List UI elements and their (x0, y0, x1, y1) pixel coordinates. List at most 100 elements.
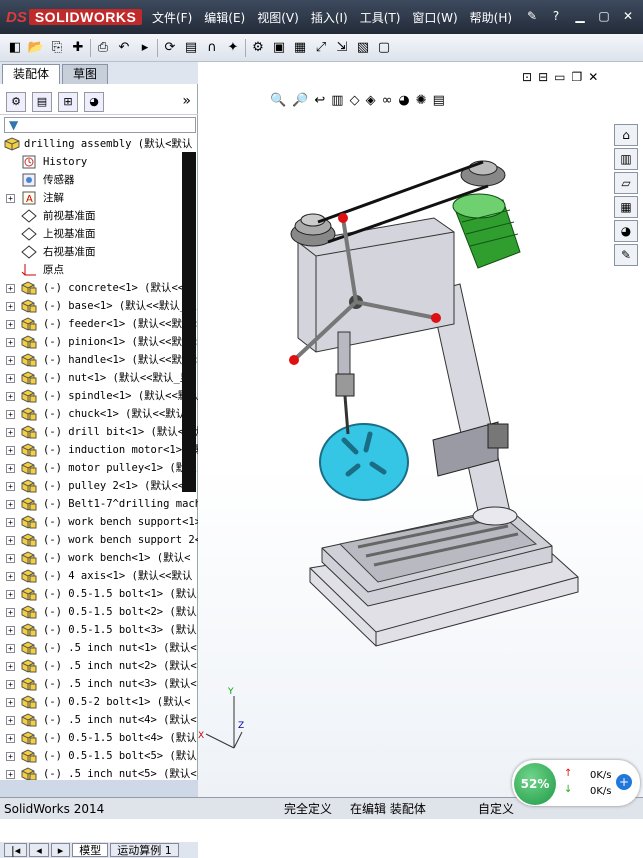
menu-item-4[interactable]: 工具(T) (354, 9, 407, 27)
section-view-icon[interactable]: ▥ (331, 93, 343, 108)
pin-icon[interactable]: ✎ (523, 8, 541, 24)
close-button[interactable]: ✕ (619, 8, 637, 24)
expand-icon[interactable]: + (6, 626, 15, 635)
tree-item[interactable]: + (-) .5 inch nut<5> (默认< (0, 765, 198, 780)
viewport-maximize-icon[interactable]: ❐ (571, 70, 582, 84)
sketch-icon[interactable]: ✚ (69, 39, 87, 57)
expand-icon[interactable]: + (6, 446, 15, 455)
magnet-icon[interactable]: ∩ (203, 39, 221, 57)
tree-item[interactable]: + (-) 0.5-1.5 bolt<4> (默认 (0, 729, 198, 747)
file-explorer-icon[interactable]: ▱ (614, 172, 638, 194)
view-settings-icon[interactable]: ▤ (433, 93, 445, 108)
tree-item[interactable]: + (-) nut<1> (默认<<默认_显 (0, 369, 198, 387)
tree-item[interactable]: + (-) Belt1-7^drilling machi (0, 495, 198, 513)
move-icon[interactable]: ⇲ (333, 39, 351, 57)
expand-icon[interactable]: + (6, 302, 15, 311)
tree-item[interactable]: 原点 (0, 261, 198, 279)
status-units[interactable]: 自定义 (478, 800, 514, 818)
tree-item[interactable]: + (-) pinion<1> (默认<<默认: (0, 333, 198, 351)
tree-item[interactable]: + (-) motor pulley<1> (默认 (0, 459, 198, 477)
expand-icon[interactable]: + (6, 374, 15, 383)
help-icon[interactable]: ? (547, 8, 565, 24)
tree-item[interactable]: + (-) induction motor<1> (默 (0, 441, 198, 459)
tab-sketch[interactable]: 草图 (62, 64, 109, 84)
tree-item[interactable]: + (-) work bench support 2< (0, 531, 198, 549)
settings-icon[interactable]: ⚙ (249, 39, 267, 57)
tab-motion-study[interactable]: 运动算例 1 (110, 843, 179, 857)
solidworks-logo[interactable]: DS SOLIDWORKS (6, 6, 143, 28)
nav-first-icon[interactable]: |◂ (4, 843, 28, 857)
tree-item[interactable]: 传感器 (0, 171, 198, 189)
hide-show-icon[interactable]: ∞ (382, 93, 393, 108)
menu-item-6[interactable]: 帮助(H) (464, 9, 518, 27)
tree-item[interactable]: + (-) concrete<1> (默认<<默 (0, 279, 198, 297)
design-library-icon[interactable]: ▥ (614, 148, 638, 170)
view-palette-icon[interactable]: ▦ (614, 196, 638, 218)
expand-icon[interactable]: + (6, 518, 15, 527)
new-icon[interactable]: ◧ (6, 39, 24, 57)
viewport-minimize-icon[interactable]: ▭ (554, 70, 565, 84)
viewport-split-icon[interactable]: ⊟ (538, 70, 548, 84)
menu-item-5[interactable]: 窗口(W) (406, 9, 463, 27)
expand-icon[interactable]: + (6, 410, 15, 419)
tree-item[interactable]: + (-) feeder<1> (默认<<默认: (0, 315, 198, 333)
tree-item[interactable]: + (-) pulley 2<1> (默认<<默 (0, 477, 198, 495)
expand-icon[interactable]: + (6, 716, 15, 725)
tree-item[interactable]: + (-) 0.5-1.5 bolt<5> (默认 (0, 747, 198, 765)
tree-item[interactable]: + (-) 0.5-1.5 bolt<2> (默认 (0, 603, 198, 621)
expand-icon[interactable]: + (6, 554, 15, 563)
tree-item[interactable]: + (-) .5 inch nut<3> (默认< (0, 675, 198, 693)
nav-next-icon[interactable]: ▸ (50, 843, 71, 857)
viewport-close-icon[interactable]: ✕ (588, 70, 598, 84)
appearance-icon[interactable]: ◕ (398, 93, 409, 108)
menu-item-3[interactable]: 插入(I) (305, 9, 354, 27)
minimize-button[interactable]: ▁ (571, 8, 589, 24)
expand-icon[interactable]: + (6, 698, 15, 707)
configuration-icon[interactable]: ⊞ (58, 91, 78, 112)
expand-icon[interactable]: + (6, 428, 15, 437)
expand-icon[interactable]: + (6, 356, 15, 365)
photo-icon[interactable]: ▣ (270, 39, 288, 57)
tree-item[interactable]: + (-) work bench support<1> (0, 513, 198, 531)
custom-properties-icon[interactable]: ✎ (614, 244, 638, 266)
tree-item[interactable]: + (-) 0.5-1.5 bolt<1> (默认 (0, 585, 198, 603)
tree-filter[interactable]: ▼ (4, 117, 196, 133)
expand-icon[interactable]: + (6, 644, 15, 653)
tree-root[interactable]: drilling assembly (默认<默认 (0, 135, 198, 153)
snap-icon[interactable]: ✦ (224, 39, 242, 57)
tree-item[interactable]: + (-) handle<1> (默认<<默认: (0, 351, 198, 369)
expand-icon[interactable]: + (6, 194, 15, 203)
tree-item[interactable]: History (0, 153, 198, 171)
appearances-icon[interactable]: ◕ (614, 220, 638, 242)
home-icon[interactable]: ⌂ (614, 124, 638, 146)
measure-icon[interactable]: ▧ (354, 39, 372, 57)
interference-icon[interactable]: ⤢ (312, 39, 330, 57)
property-manager-icon[interactable]: ▤ (32, 91, 52, 112)
viewport-restore-icon[interactable]: ⊡ (522, 70, 532, 84)
add-icon[interactable]: + (616, 774, 632, 790)
tree-item[interactable]: + (-) .5 inch nut<2> (默认< (0, 657, 198, 675)
rebuild-icon[interactable]: ⟳ (161, 39, 179, 57)
cpu-usage-badge[interactable]: 52% (514, 763, 556, 805)
expand-icon[interactable]: + (6, 338, 15, 347)
expand-arrows-icon[interactable]: » (182, 93, 191, 109)
maximize-button[interactable]: ▢ (595, 8, 613, 24)
tree-item[interactable]: + (-) spindle<1> (默认<<默认 (0, 387, 198, 405)
tree-item[interactable]: + (-) drill bit<1> (默认<<默 (0, 423, 198, 441)
expand-icon[interactable]: + (6, 590, 15, 599)
file-properties-icon[interactable]: ▤ (182, 39, 200, 57)
tree-item[interactable]: 右视基准面 (0, 243, 198, 261)
tree-item[interactable]: 前视基准面 (0, 207, 198, 225)
zoom-to-fit-icon[interactable]: 🔍 (270, 93, 286, 108)
expand-icon[interactable]: + (6, 464, 15, 473)
print-icon[interactable]: ⎙ (94, 39, 112, 57)
menu-item-0[interactable]: 文件(F) (146, 9, 198, 27)
tree-item[interactable]: + (-) 0.5-2 bolt<1> (默认< (0, 693, 198, 711)
options-icon[interactable]: ▢ (375, 39, 393, 57)
menu-item-2[interactable]: 视图(V) (251, 9, 305, 27)
zoom-area-icon[interactable]: 🔎 (292, 93, 308, 108)
tree-item[interactable]: + (-) .5 inch nut<1> (默认< (0, 639, 198, 657)
tab-assembly[interactable]: 装配体 (2, 64, 61, 84)
expand-icon[interactable]: + (6, 284, 15, 293)
tree-scrollbar[interactable] (182, 152, 196, 492)
